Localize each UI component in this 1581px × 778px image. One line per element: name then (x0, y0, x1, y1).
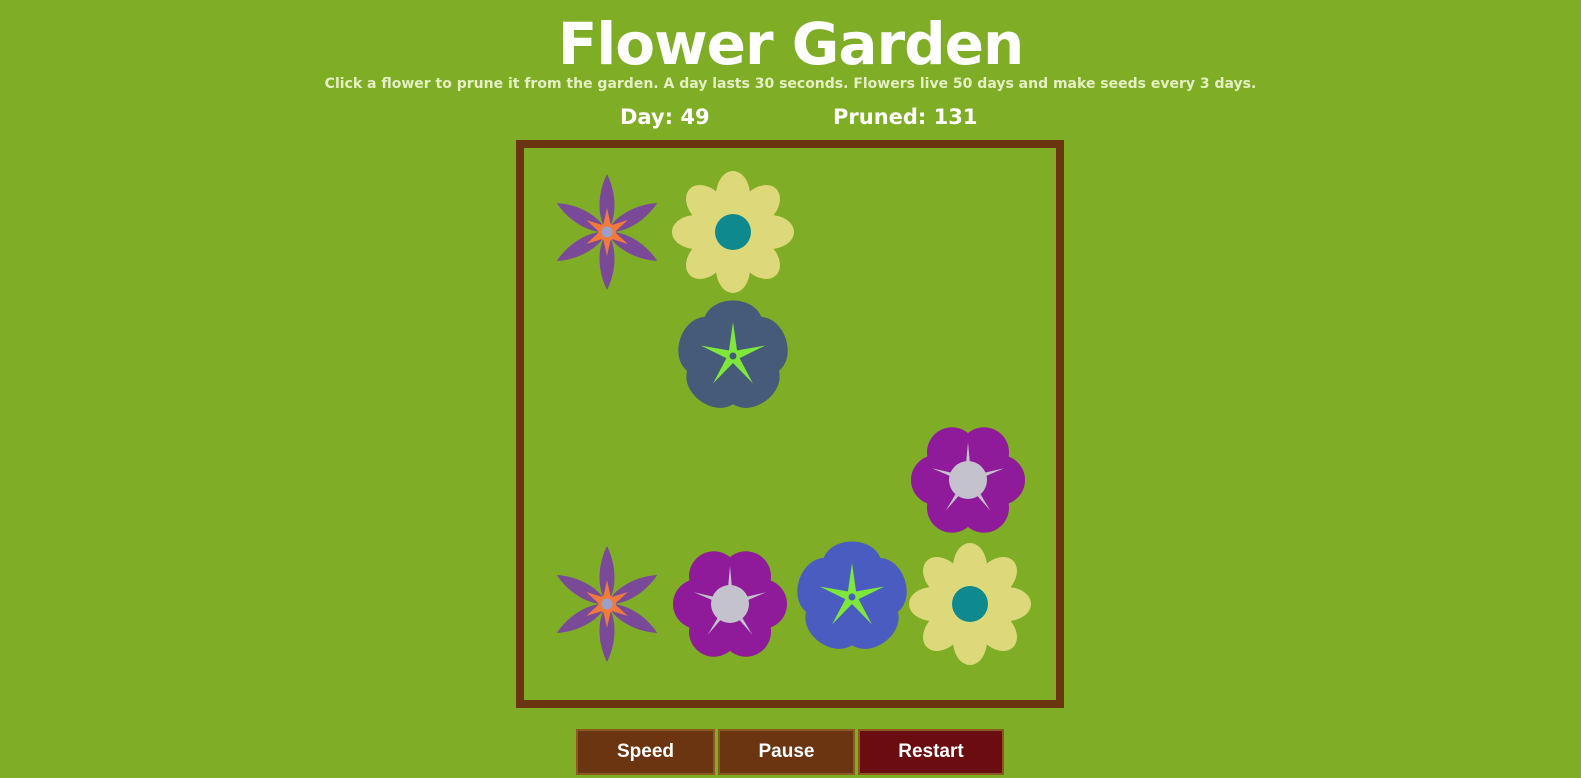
flower-star-icon[interactable] (553, 546, 661, 662)
pause-button[interactable]: Pause (718, 729, 855, 775)
garden-plot (516, 140, 1064, 708)
page-title: Flower Garden (557, 10, 1025, 78)
flower-daisy-icon[interactable] (672, 171, 794, 293)
speed-button[interactable]: Speed (576, 729, 715, 775)
flower-rose-icon[interactable] (673, 542, 787, 666)
garden-canvas (553, 171, 1031, 666)
flower-bell-icon[interactable] (671, 300, 795, 419)
flower-bell-icon[interactable] (790, 541, 914, 660)
instructions-text: Click a flower to prune it from the gard… (324, 76, 1257, 92)
pruned-counter: Pruned: 131 (833, 105, 978, 129)
restart-button[interactable]: Restart (858, 729, 1004, 775)
flower-daisy-icon[interactable] (909, 543, 1031, 665)
flower-star-icon[interactable] (553, 174, 661, 290)
flower-rose-icon[interactable] (911, 418, 1025, 542)
day-counter: Day: 49 (620, 105, 710, 129)
